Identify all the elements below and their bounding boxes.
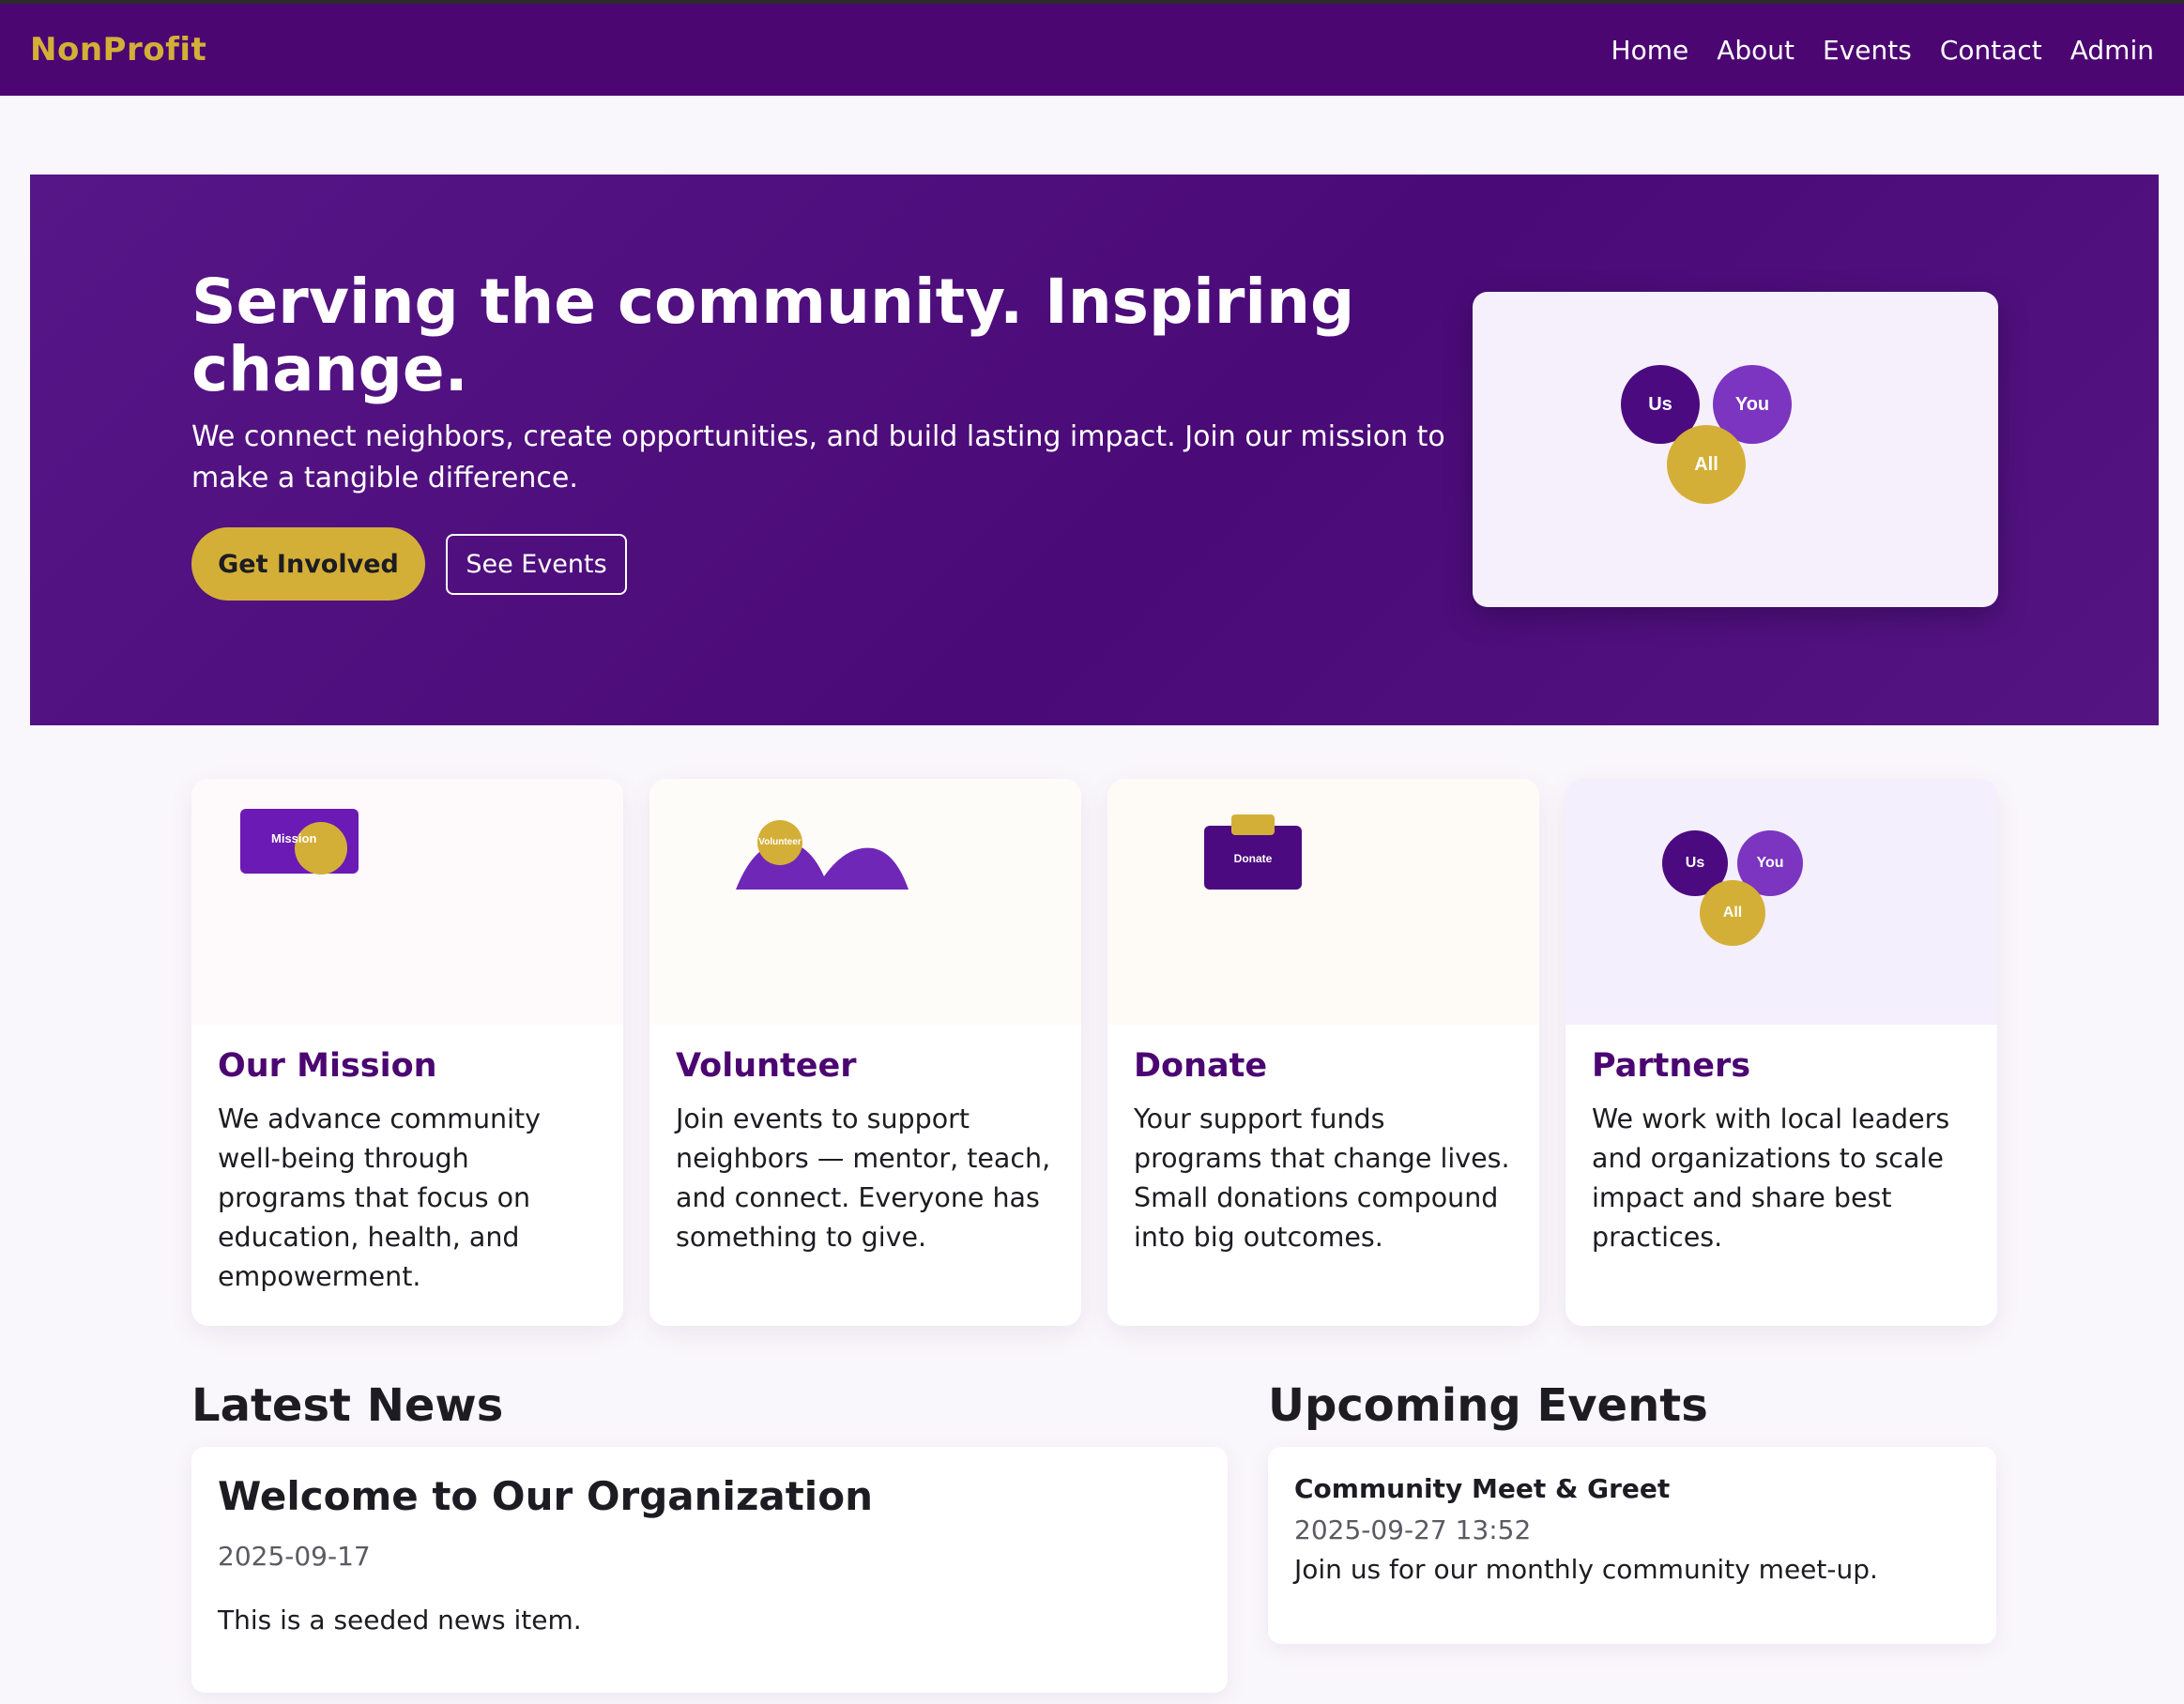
latest-news-heading: Latest News (191, 1379, 504, 1432)
hero-subtitle: We connect neighbors, create opportuniti… (191, 420, 1445, 494)
upcoming-events-heading: Upcoming Events (1268, 1379, 1708, 1432)
news-item[interactable]: Welcome to Our Organization 2025-09-17 T… (191, 1447, 1228, 1693)
event-item[interactable]: Community Meet & Greet 2025-09-27 13:52 … (1268, 1447, 1996, 1644)
card-title: Our Mission (218, 1047, 437, 1085)
nav-link-contact[interactable]: Contact (1940, 35, 2042, 66)
event-title[interactable]: Community Meet & Greet (1294, 1473, 1670, 1504)
see-events-button[interactable]: See Events (446, 534, 627, 595)
hero-illustration-panel: Us You All (1473, 292, 1998, 607)
partners-card: Us You All Partners We work with local l… (1565, 779, 1997, 1326)
mission-illustration: Mission (191, 779, 623, 1025)
top-navbar: NonProfit Home About Events Contact Admi… (0, 4, 2184, 96)
hills-icon (736, 842, 909, 890)
event-description: Join us for our monthly community meet-u… (1294, 1554, 1878, 1585)
card-title: Donate (1134, 1047, 1268, 1085)
card-title: Partners (1592, 1047, 1751, 1085)
hero-section: Serving the community. Inspiring change.… (30, 175, 2159, 725)
news-body: This is a seeded news item. (218, 1605, 582, 1636)
all-circle: All (1667, 425, 1746, 504)
donate-illustration: Donate (1107, 779, 1539, 1025)
nav-links: Home About Events Contact Admin (1611, 35, 2154, 66)
card-text: Your support funds programs that change … (1134, 1103, 1510, 1253)
mission-card: Mission Our Mission We advance community… (191, 779, 623, 1326)
card-title: Volunteer (676, 1047, 857, 1085)
nav-link-events[interactable]: Events (1823, 35, 1912, 66)
card-text: We work with local leaders and organizat… (1592, 1103, 1950, 1253)
get-involved-button[interactable]: Get Involved (191, 527, 425, 601)
nav-link-admin[interactable]: Admin (2070, 35, 2154, 66)
card-text: We advance community well-being through … (218, 1103, 542, 1292)
volunteer-art-label: Volunteer (758, 837, 802, 847)
news-title[interactable]: Welcome to Our Organization (218, 1473, 873, 1519)
brand-logo[interactable]: NonProfit (30, 31, 206, 68)
all-circle: All (1700, 880, 1765, 946)
volunteer-illustration: Volunteer (649, 779, 1081, 1025)
donate-card: Donate Donate Your support funds program… (1107, 779, 1539, 1326)
volunteer-card: Volunteer Volunteer Join events to suppo… (649, 779, 1081, 1326)
nav-link-home[interactable]: Home (1611, 35, 1689, 66)
nav-link-about[interactable]: About (1717, 35, 1795, 66)
mission-art-label: Mission (271, 831, 317, 845)
event-datetime: 2025-09-27 13:52 (1294, 1514, 1532, 1545)
card-text: Join events to support neighbors — mento… (676, 1103, 1051, 1253)
mission-dot-shape (295, 822, 347, 875)
news-date: 2025-09-17 (218, 1541, 371, 1572)
donate-art-label: Donate (1233, 852, 1273, 865)
partners-illustration: Us You All (1565, 779, 1997, 1025)
hero-title: Serving the community. Inspiring change. (191, 266, 1355, 405)
donate-slot-shape (1231, 814, 1275, 835)
